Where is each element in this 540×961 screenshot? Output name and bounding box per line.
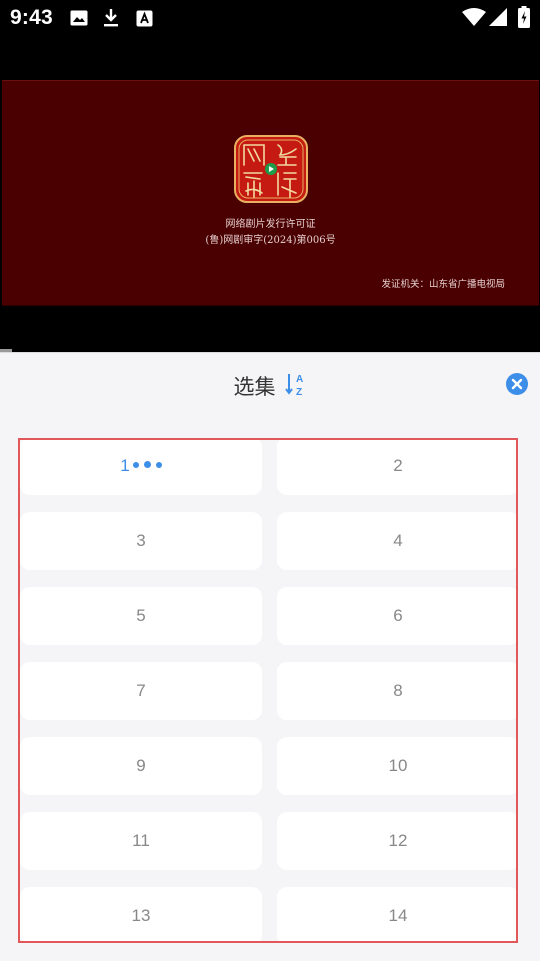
license-card: 网络剧片发行许可证 (鲁)网剧审字(2024)第006号 发证机关：山东省广播电…	[2, 80, 539, 306]
episode-number: 13	[131, 906, 151, 925]
episode-item[interactable]: 13	[20, 887, 262, 941]
svg-text:A: A	[296, 374, 303, 385]
network-av-seal-logo	[234, 135, 308, 203]
episode-number: 11	[132, 831, 150, 850]
episode-item[interactable]: 12	[277, 812, 516, 870]
episode-item[interactable]: 11	[20, 812, 262, 870]
episode-item[interactable]: 10	[277, 737, 516, 795]
signal-icon	[489, 8, 507, 26]
now-playing-icon	[132, 461, 162, 471]
wifi-icon	[462, 8, 486, 26]
episode-number: 1	[120, 456, 130, 475]
close-button[interactable]	[506, 373, 528, 395]
license-title: 网络剧片发行许可证	[225, 219, 316, 230]
episode-item[interactable]: 4	[277, 512, 516, 570]
episode-number: 9	[136, 756, 146, 775]
status-bar: 9:43	[0, 0, 540, 36]
download-icon	[103, 8, 119, 28]
episode-item[interactable]: 2	[277, 440, 516, 495]
sheet-header: 选集 A Z	[0, 371, 540, 401]
episode-number: 5	[136, 606, 146, 625]
svg-text:Z: Z	[296, 387, 302, 397]
status-time: 9:43	[10, 6, 53, 29]
episode-number: 12	[388, 831, 408, 850]
episode-item[interactable]: 1	[20, 440, 262, 495]
episode-grid: 1 2 3 4 5 6 7 8 9 10 11 12 13 14	[18, 438, 518, 943]
episode-number: 3	[136, 531, 146, 550]
episode-item[interactable]: 5	[20, 587, 262, 645]
video-player[interactable]: 网络剧片发行许可证 (鲁)网剧审字(2024)第006号 发证机关：山东省广播电…	[0, 36, 540, 352]
episode-item[interactable]: 14	[277, 887, 516, 941]
episode-number: 14	[388, 906, 408, 925]
license-issuer: 发证机关：山东省广播电视局	[381, 279, 505, 290]
episode-number: 8	[393, 681, 403, 700]
episode-item[interactable]: 6	[277, 587, 516, 645]
text-a-icon	[136, 10, 153, 27]
episode-item[interactable]: 3	[20, 512, 262, 570]
episode-number: 2	[393, 456, 403, 475]
episode-item[interactable]: 7	[20, 662, 262, 720]
episode-number: 6	[393, 606, 403, 625]
sheet-title: 选集	[233, 375, 276, 399]
battery-icon	[518, 6, 530, 28]
episode-item[interactable]: 8	[277, 662, 516, 720]
episode-number: 10	[388, 756, 408, 775]
sort-a-z-icon[interactable]: A Z	[284, 371, 307, 401]
episode-sheet: 选集 A Z 1 2 3 4 5 6 7 8 9 10 11 12 13 14	[0, 352, 540, 961]
close-icon	[511, 378, 523, 390]
license-number: (鲁)网剧审字(2024)第006号	[205, 235, 336, 246]
episode-number: 4	[393, 531, 403, 550]
episode-number: 7	[136, 681, 146, 700]
image-icon	[70, 10, 88, 26]
episode-item[interactable]: 9	[20, 737, 262, 795]
